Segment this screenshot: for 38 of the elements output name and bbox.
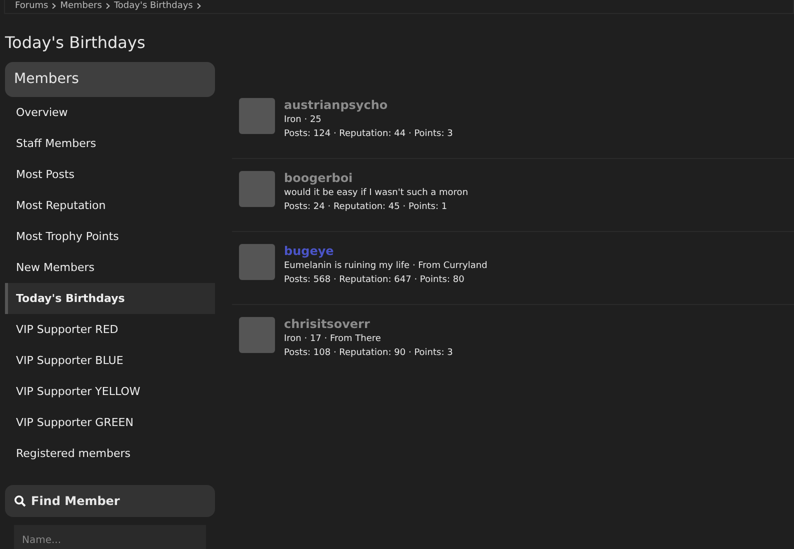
page-title: Today's Birthdays [5,32,146,54]
sidebar-item[interactable]: Most Trophy Points [5,221,215,252]
member-stats: Posts: 568 · Reputation: 647 · Points: 80 [284,274,466,287]
avatar-placeholder[interactable] [239,98,275,134]
member-stats: Posts: 108 · Reputation: 90 · Points: 3 [284,347,453,360]
search-icon [14,495,26,507]
chevron-icon [106,3,110,9]
breadcrumb-link[interactable]: Forums [15,0,48,13]
breadcrumb-link[interactable]: Today's Birthdays [114,0,193,13]
sidebar-item[interactable]: VIP Supporter YELLOW [5,376,215,407]
sidebar-item[interactable]: Overview [5,97,215,128]
member-info: would it be easy if I wasn't such a moron [284,187,468,200]
member-info: Eumelanin is ruining my life · From Curryland [284,260,488,273]
find-member-heading: Find Member [31,493,120,510]
sidebar-item[interactable]: VIP Supporter RED [5,314,215,345]
avatar-placeholder[interactable] [239,317,275,353]
username-link[interactable]: austrianpsycho [284,98,453,113]
sidebar-item[interactable]: New Members [5,252,215,283]
sidebar-item[interactable]: Most Posts [5,159,215,190]
username-link[interactable]: chrisitsoverr [284,317,453,332]
sidebar-item[interactable]: Staff Members [5,128,215,159]
member-stats: Posts: 24 · Reputation: 45 · Points: 1 [284,201,448,214]
sidebar-item[interactable]: Registered members [5,438,215,469]
sidebar-item[interactable]: Today's Birthdays [5,283,215,314]
chevron-icon [196,3,201,9]
avatar-placeholder[interactable] [239,244,275,280]
sidebar-item[interactable]: Most Reputation [5,190,215,221]
member-stats: Posts: 124 · Reputation: 44 · Points: 3 [284,128,453,141]
member-info: Iron · 25 [284,114,322,127]
sidebar-item[interactable]: VIP Supporter BLUE [5,345,215,376]
sidebar-heading: Members [5,62,215,97]
sidebar-item[interactable]: VIP Supporter GREEN [5,407,215,438]
username-link[interactable]: boogerboi [284,171,468,186]
member-info: Iron · 17 · From There [284,333,382,346]
chevron-icon [52,3,56,9]
breadcrumb-link[interactable]: Members [60,0,102,13]
avatar-placeholder[interactable] [239,171,275,207]
name-input-field[interactable]: Name... [14,525,206,549]
